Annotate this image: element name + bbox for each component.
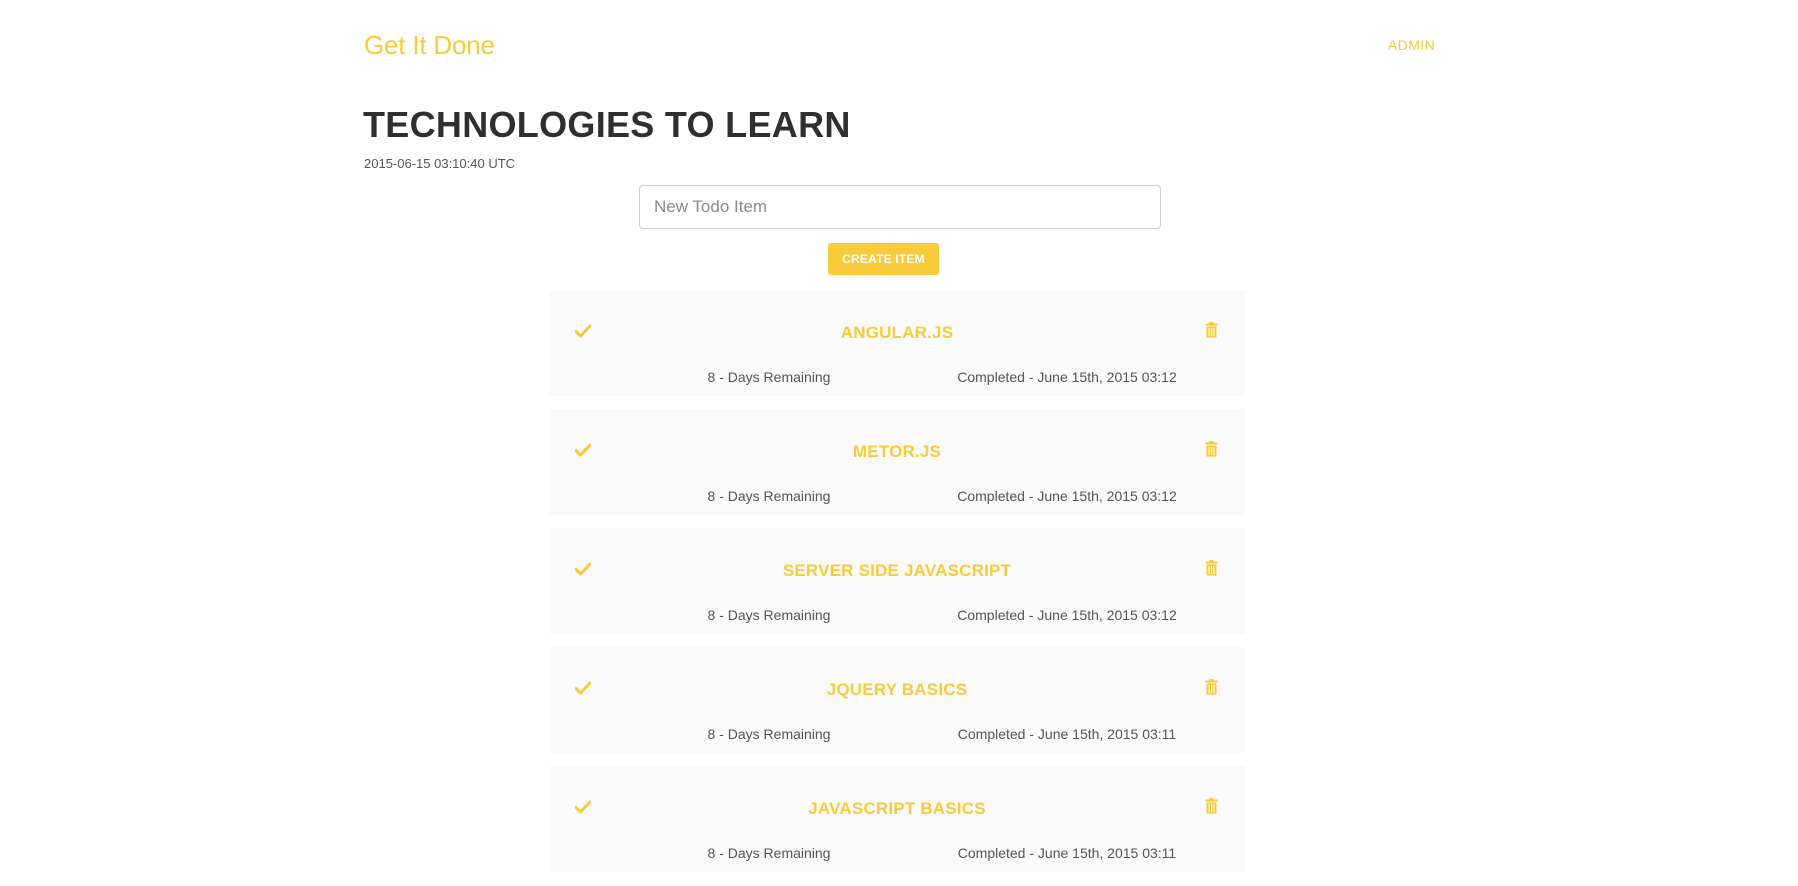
create-item-button[interactable]: CREATE ITEM — [828, 243, 939, 275]
todo-title: SERVER SIDE JAVASCRIPT — [782, 561, 1012, 580]
todo-list: ANGULAR.JS 8 - Days Remaining Completed … — [549, 290, 1245, 885]
todo-item: SERVER SIDE JAVASCRIPT 8 - Days Remainin… — [549, 528, 1245, 634]
brand-logo-link[interactable]: Get It Done — [364, 30, 495, 61]
days-remaining: 8 - Days Remaining — [707, 369, 831, 385]
new-todo-input[interactable] — [639, 185, 1161, 229]
todo-title: METOR.JS — [852, 442, 942, 461]
list-timestamp: 2015-06-15 03:10:40 UTC — [364, 156, 516, 171]
list-title: TECHNOLOGIES TO LEARN — [363, 104, 851, 145]
days-remaining: 8 - Days Remaining — [707, 607, 831, 623]
todo-title: JQUERY BASICS — [826, 680, 968, 699]
todo-item: JQUERY BASICS 8 - Days Remaining Complet… — [549, 647, 1245, 753]
todo-title: JAVASCRIPT BASICS — [808, 799, 986, 818]
todo-title: ANGULAR.JS — [840, 323, 954, 342]
page: Get It Done ADMIN TECHNOLOGIES TO LEARN … — [0, 0, 1798, 886]
todo-item: ANGULAR.JS 8 - Days Remaining Completed … — [549, 290, 1245, 396]
trash-icon[interactable] — [1205, 798, 1218, 814]
completed-timestamp: Completed - June 15th, 2015 03:12 — [957, 488, 1177, 504]
trash-icon[interactable] — [1205, 441, 1218, 457]
days-remaining: 8 - Days Remaining — [707, 726, 831, 742]
trash-icon[interactable] — [1205, 560, 1218, 576]
days-remaining: 8 - Days Remaining — [707, 845, 831, 861]
trash-icon[interactable] — [1205, 322, 1218, 338]
days-remaining: 8 - Days Remaining — [707, 488, 831, 504]
completed-timestamp: Completed - June 15th, 2015 03:12 — [957, 369, 1177, 385]
admin-link[interactable]: ADMIN — [1388, 37, 1435, 53]
todo-item: METOR.JS 8 - Days Remaining Completed - … — [549, 409, 1245, 515]
todo-item: JAVASCRIPT BASICS 8 - Days Remaining Com… — [549, 766, 1245, 872]
completed-timestamp: Completed - June 15th, 2015 03:11 — [957, 726, 1177, 742]
completed-timestamp: Completed - June 15th, 2015 03:11 — [957, 845, 1177, 861]
completed-timestamp: Completed - June 15th, 2015 03:12 — [957, 607, 1177, 623]
trash-icon[interactable] — [1205, 679, 1218, 695]
